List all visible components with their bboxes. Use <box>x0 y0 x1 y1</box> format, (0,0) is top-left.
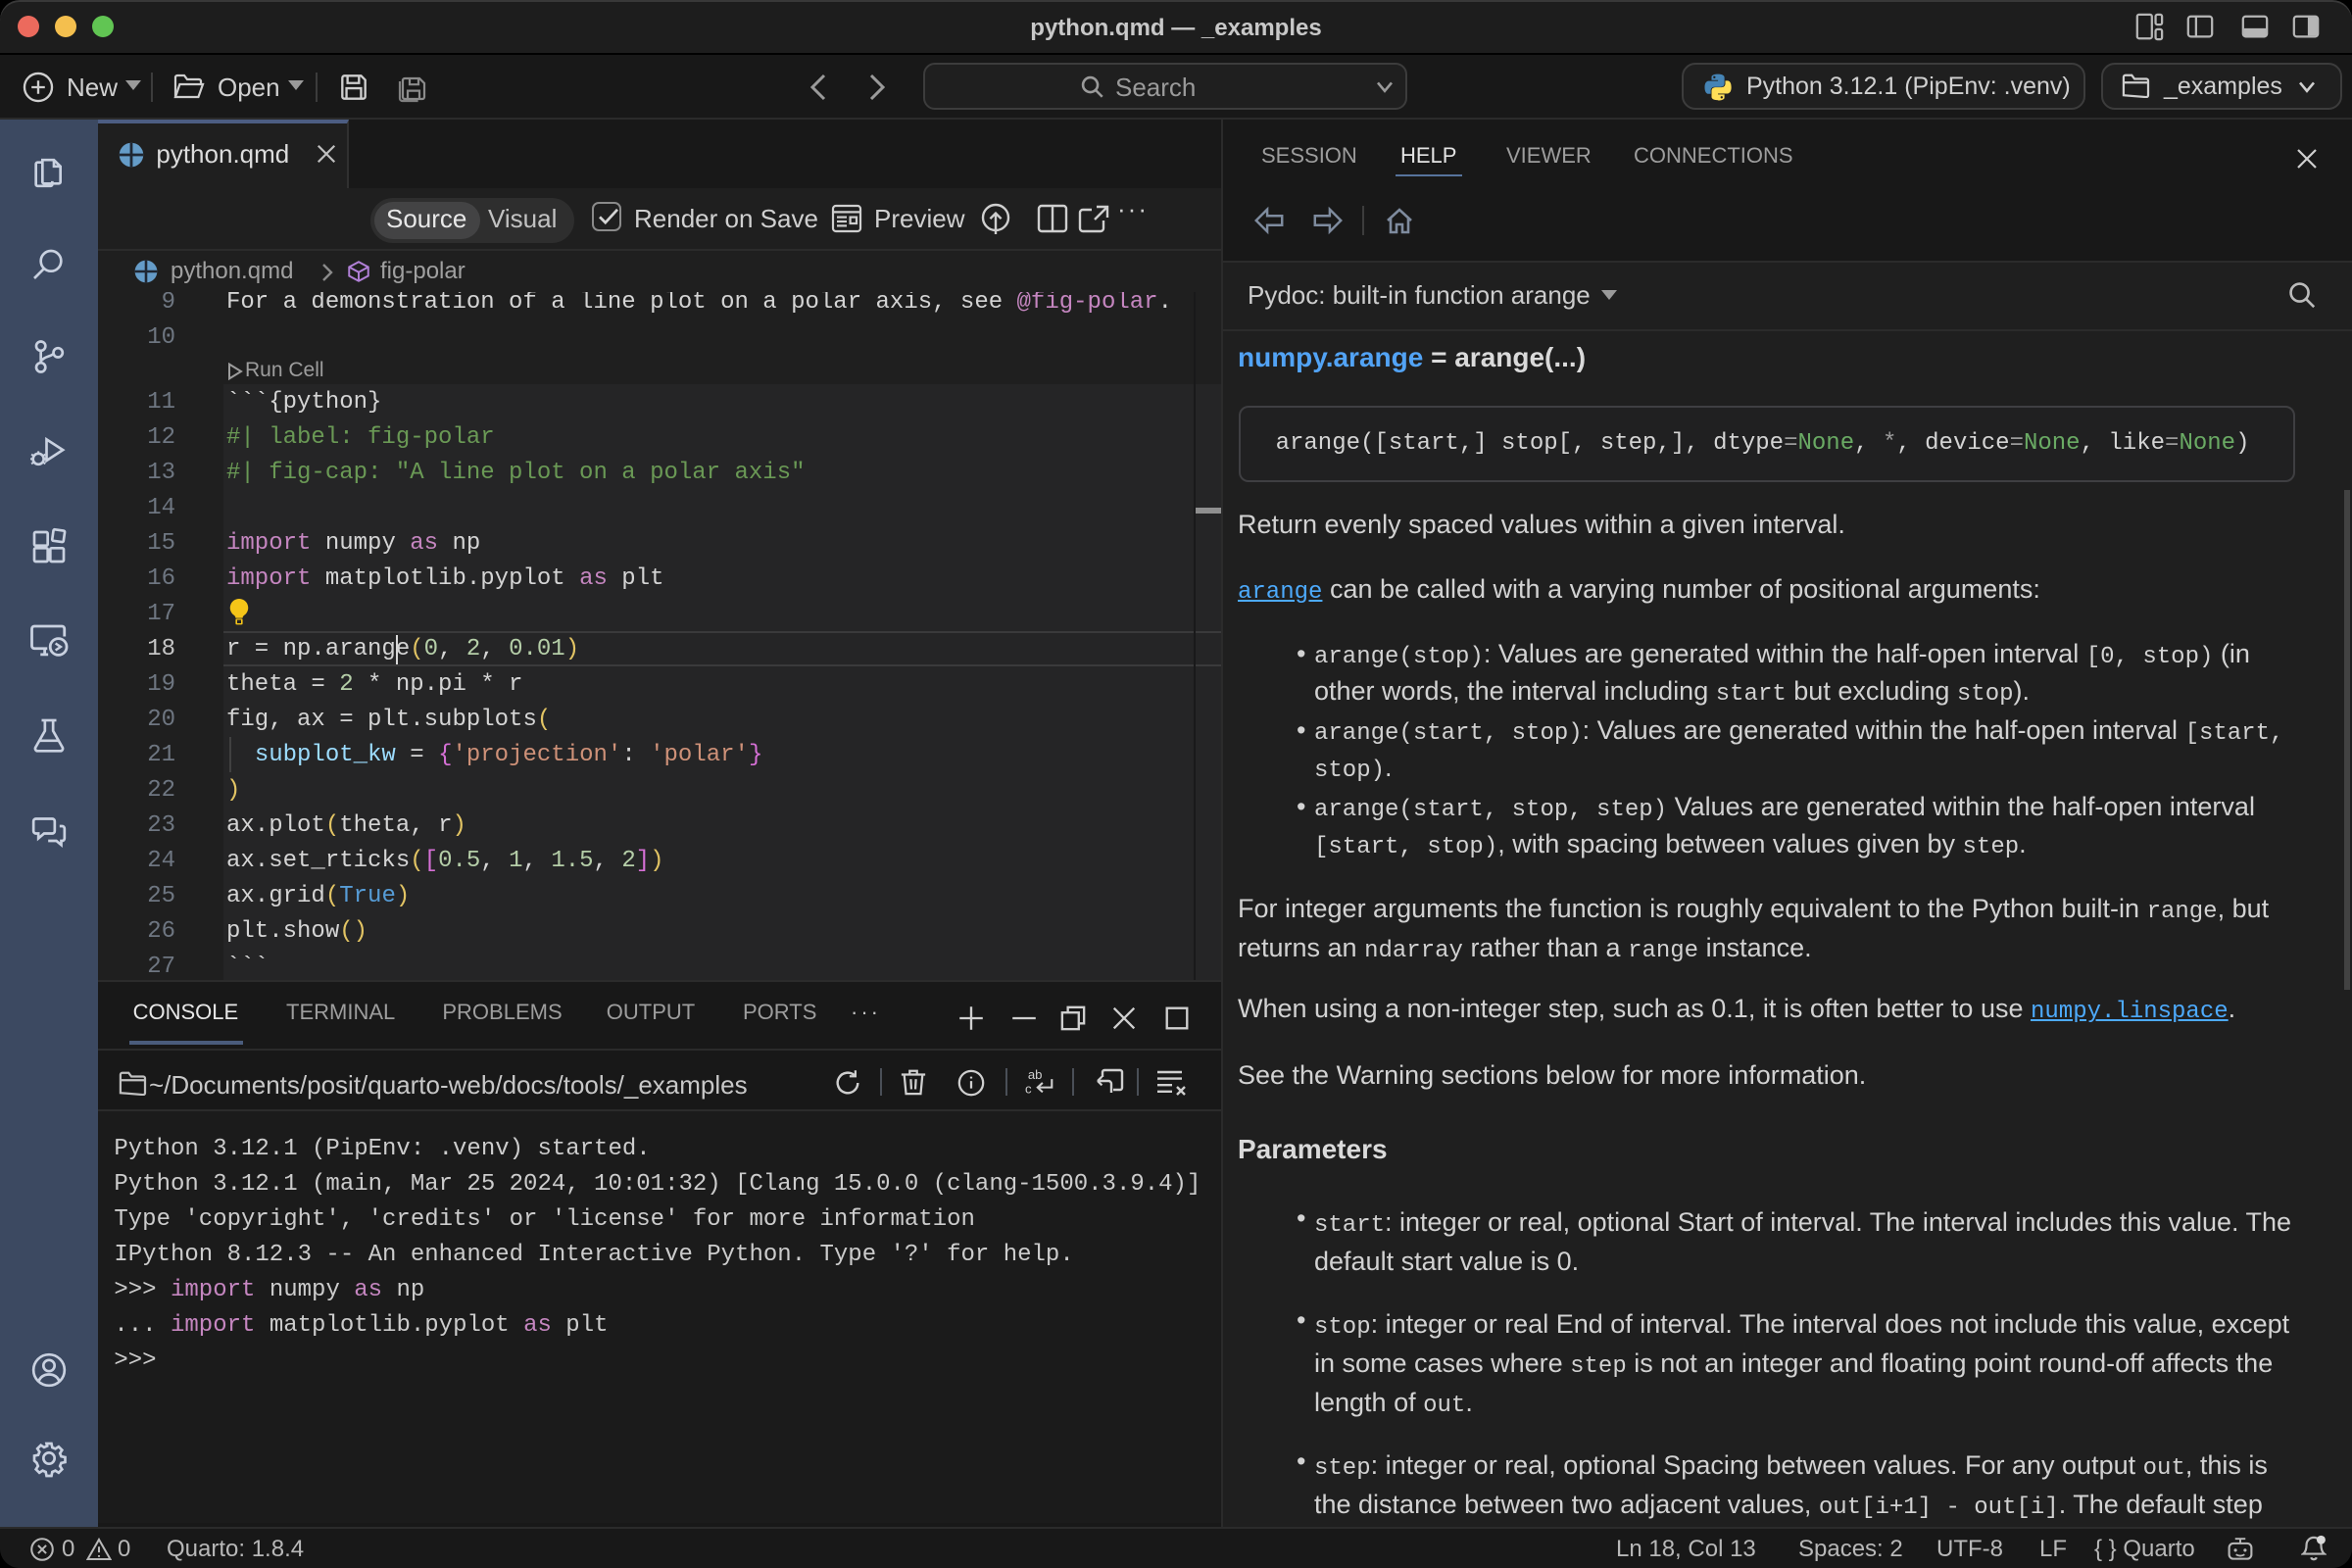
svg-text:c: c <box>1025 1081 1032 1096</box>
svg-text:ab: ab <box>1028 1067 1043 1082</box>
